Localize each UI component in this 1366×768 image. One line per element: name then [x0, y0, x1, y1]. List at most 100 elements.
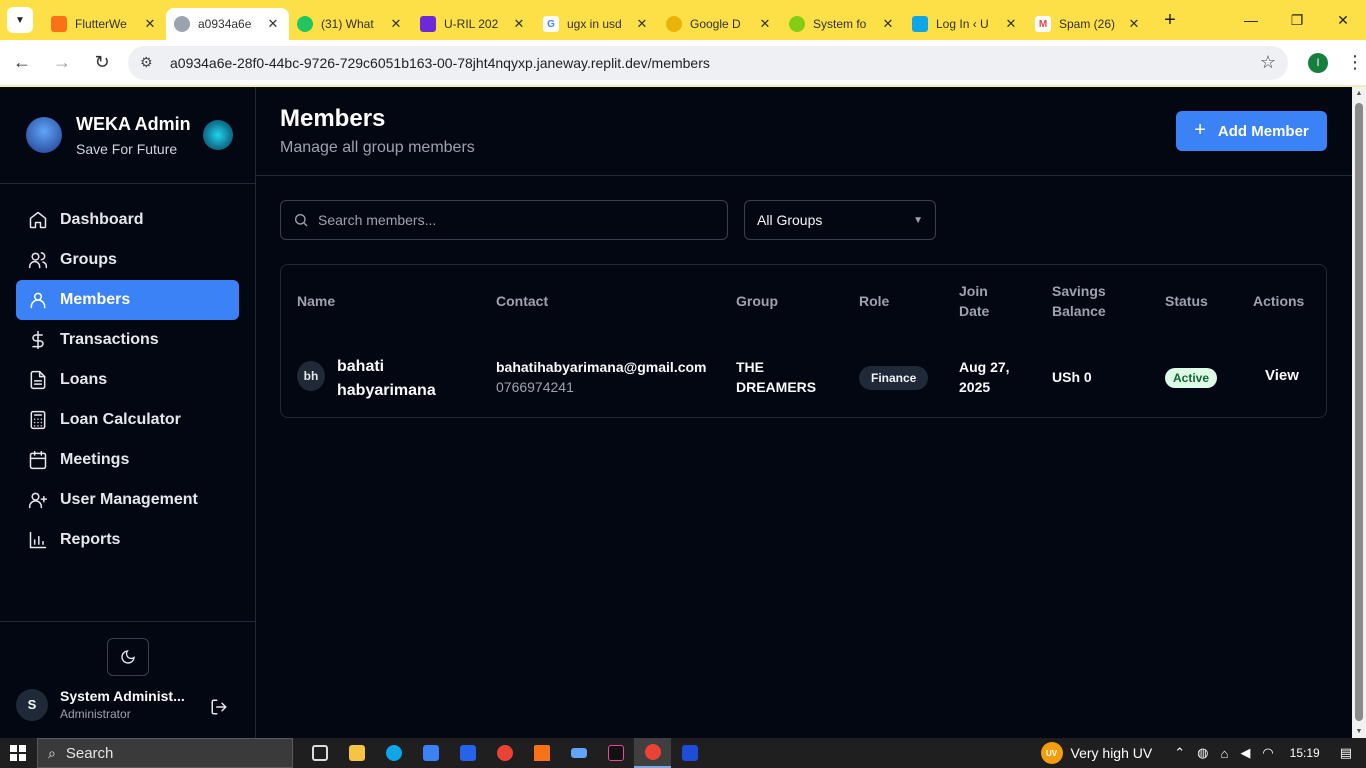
search-icon: ⌕: [48, 744, 56, 761]
system-tray: UV Very high UV ⌃ ◍ ⌂ ◀ ◠ 15:19 ▤: [1040, 738, 1366, 768]
browser-tab[interactable]: Google D ✕: [658, 8, 781, 40]
scroll-up-icon[interactable]: ▲: [1352, 90, 1366, 97]
close-icon[interactable]: ✕: [511, 16, 527, 32]
chevron-up-icon[interactable]: ⌃: [1174, 745, 1185, 761]
keyboard-icon[interactable]: [560, 738, 597, 768]
user-plus-icon: [28, 490, 48, 510]
vlc-icon[interactable]: [523, 738, 560, 768]
webcam-icon[interactable]: ◍: [1197, 745, 1208, 761]
add-member-label: Add Member: [1217, 122, 1309, 140]
browser-tab[interactable]: FlutterWe ✕: [43, 8, 166, 40]
close-icon[interactable]: ✕: [388, 16, 404, 32]
column-header-role: Role: [859, 293, 890, 309]
group-filter-select[interactable]: All Groups ▼: [744, 200, 936, 240]
word-icon[interactable]: [671, 738, 708, 768]
file-explorer-icon[interactable]: [338, 738, 375, 768]
sidebar-item-members[interactable]: Members: [16, 280, 239, 320]
volume-icon[interactable]: ◀: [1240, 745, 1250, 761]
tiktok-icon[interactable]: [597, 738, 634, 768]
drive-icon: [666, 16, 682, 32]
close-icon[interactable]: ✕: [265, 16, 281, 32]
scrollbar-thumb[interactable]: [1355, 103, 1363, 721]
tab-search-chevron-icon[interactable]: ▼: [7, 7, 33, 33]
new-tab-plus-icon[interactable]: +: [1156, 6, 1184, 34]
edge-icon[interactable]: [375, 738, 412, 768]
task-view-icon[interactable]: [301, 738, 338, 768]
browser-tab[interactable]: M Spam (26) ✕: [1027, 8, 1150, 40]
browser-tab[interactable]: System fo ✕: [781, 8, 904, 40]
main-content: Members Manage all group members + Add M…: [256, 87, 1352, 738]
profile-avatar[interactable]: I: [1308, 52, 1328, 73]
taskbar-search-label: Search: [65, 744, 114, 762]
sidebar-item-label: Loan Calculator: [60, 411, 181, 428]
tab-favicon: [174, 16, 190, 32]
app-root: WEKA Admin Save For Future Dashboard Gro…: [0, 87, 1352, 738]
tab-title: System fo: [813, 17, 867, 31]
sidebar-item-transactions[interactable]: Transactions: [16, 320, 239, 360]
close-icon[interactable]: ✕: [634, 16, 650, 32]
dollar-icon: [28, 330, 48, 350]
weather-icon: UV: [1040, 742, 1063, 764]
close-icon[interactable]: ✕: [142, 16, 158, 32]
sidebar-item-meetings[interactable]: Meetings: [16, 440, 239, 480]
browser-tab[interactable]: G ugx in usd ✕: [535, 8, 658, 40]
back-arrow-icon[interactable]: ←: [4, 45, 40, 81]
page-subtitle: Manage all group members: [280, 139, 475, 156]
browser-tab[interactable]: (31) What ✕: [289, 8, 412, 40]
address-bar: ← → ↻ ⚙ a0934a6e-28f0-44bc-9726-729c6051…: [0, 40, 1366, 86]
avatar: S: [16, 688, 48, 721]
url-field[interactable]: ⚙ a0934a6e-28f0-44bc-9726-729c6051b163-0…: [128, 45, 1288, 80]
members-table: Name Contact Group Role Join Date Saving…: [280, 264, 1327, 418]
os-taskbar: ⌕ Search UV Very high UV ⌃ ◍ ⌂ ◀ ◠ 15:19…: [0, 738, 1366, 768]
chrome-icon[interactable]: [486, 738, 523, 768]
window-close-icon[interactable]: ✕: [1320, 0, 1366, 40]
restore-icon[interactable]: ❐: [1274, 0, 1320, 40]
sidebar-item-groups[interactable]: Groups: [16, 240, 239, 280]
site-settings-icon[interactable]: ⚙: [140, 54, 160, 71]
bookmark-star-icon[interactable]: ☆: [1260, 52, 1276, 73]
sidebar-item-label: Groups: [60, 251, 117, 268]
close-icon[interactable]: ✕: [1126, 16, 1142, 32]
member-phone: 0766974241: [496, 379, 574, 395]
weather-text[interactable]: Very high UV: [1071, 745, 1153, 761]
browser-tab[interactable]: Log In ‹ U ✕: [904, 8, 1027, 40]
mail-icon[interactable]: [449, 738, 486, 768]
page-scrollbar[interactable]: ▲ ▼: [1352, 87, 1366, 738]
wifi-icon[interactable]: ◠: [1262, 745, 1273, 761]
browser-tab[interactable]: U-RIL 202 ✕: [412, 8, 535, 40]
sidebar-item-user-management[interactable]: User Management: [16, 480, 239, 520]
logout-icon[interactable]: [210, 698, 228, 716]
chrome-active-icon[interactable]: [634, 738, 671, 768]
close-icon[interactable]: ✕: [757, 16, 773, 32]
search-input[interactable]: [318, 212, 698, 228]
scroll-down-icon[interactable]: ▼: [1352, 728, 1366, 735]
users-icon: [28, 250, 48, 270]
network-icon[interactable]: ⌂: [1220, 746, 1228, 761]
column-header-savings: Savings Balance: [1052, 283, 1106, 319]
close-icon[interactable]: ✕: [880, 16, 896, 32]
windows-start-icon[interactable]: [0, 738, 36, 768]
search-field[interactable]: [280, 200, 728, 240]
theme-toggle-button[interactable]: [107, 638, 149, 676]
add-member-button[interactable]: + Add Member: [1176, 111, 1327, 151]
reload-icon[interactable]: ↻: [84, 45, 120, 81]
view-member-button[interactable]: View: [1265, 366, 1299, 386]
sidebar-item-dashboard[interactable]: Dashboard: [16, 200, 239, 240]
url-text[interactable]: a0934a6e-28f0-44bc-9726-729c6051b163-00-…: [170, 55, 1260, 71]
tab-title: ugx in usd: [567, 17, 622, 31]
taskbar-search[interactable]: ⌕ Search: [37, 738, 293, 768]
whatsapp-icon: [297, 16, 313, 32]
browser-tab-active[interactable]: a0934a6e ✕: [166, 8, 289, 40]
sidebar-item-reports[interactable]: Reports: [16, 520, 239, 560]
notifications-icon[interactable]: ▤: [1340, 745, 1352, 761]
gmail-icon: M: [1035, 16, 1051, 32]
minimize-icon[interactable]: —: [1228, 0, 1274, 40]
forward-arrow-icon[interactable]: →: [44, 45, 80, 81]
sidebar-item-loan-calculator[interactable]: Loan Calculator: [16, 400, 239, 440]
close-icon[interactable]: ✕: [1003, 16, 1019, 32]
browser-menu-icon[interactable]: ⋮: [1346, 52, 1364, 73]
clock[interactable]: 15:19: [1290, 746, 1320, 760]
store-icon[interactable]: [412, 738, 449, 768]
sidebar-item-loans[interactable]: Loans: [16, 360, 239, 400]
tab-title: U-RIL 202: [444, 17, 499, 31]
